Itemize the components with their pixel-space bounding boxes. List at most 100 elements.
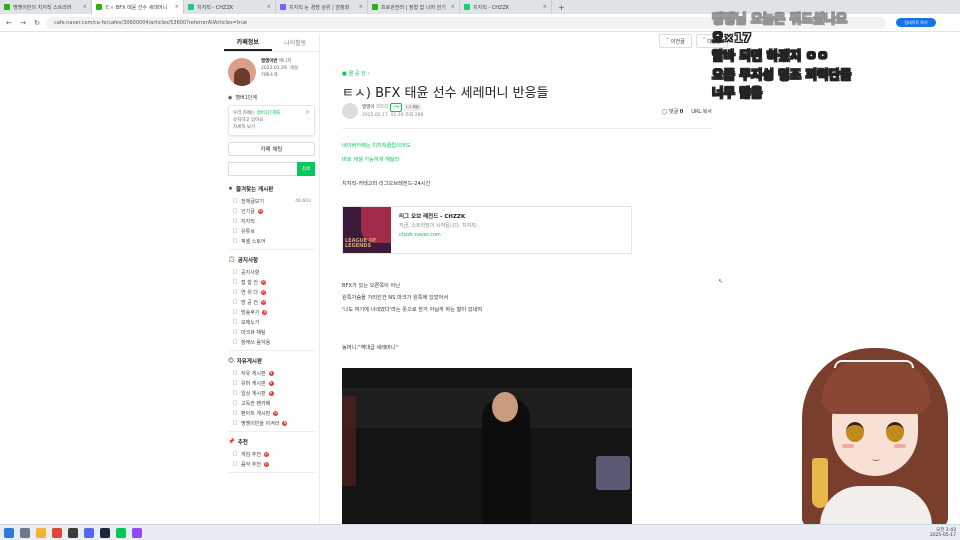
discord-icon[interactable] — [84, 527, 94, 538]
start-icon[interactable] — [4, 527, 14, 538]
board-icon: □ — [232, 309, 238, 315]
tab-my-activity[interactable]: 나의활동 — [272, 34, 320, 51]
sidebar-menu-item[interactable]: □ 일상 게시판 N — [224, 388, 319, 398]
browser-tab[interactable]: ㅌㅅ BFX 태윤 선수 세레머니 × — [92, 0, 184, 14]
sidebar-menu-item[interactable]: □ 게임 추천 N — [224, 449, 319, 459]
board-link[interactable]: ■ 짤 공 칸 › — [342, 70, 370, 78]
chzzk-link-card[interactable]: LEAGUE OF LEGENDS 리그 오브 레전드 - CHZZK 지금, … — [342, 206, 632, 254]
tab-close-icon[interactable]: × — [543, 4, 547, 10]
body-link-2[interactable]: 바로 재생 가능하게 해달라 — [342, 156, 399, 163]
sidebar-menu-item[interactable]: □ 고독한 팬카페 — [224, 398, 319, 408]
subscribe-badge[interactable]: 구독 — [389, 103, 403, 112]
author-avatar[interactable] — [342, 103, 358, 119]
chrome-icon[interactable] — [52, 527, 62, 538]
chevron-up-icon: ˄ — [666, 38, 669, 44]
menu-list: □ 공지사항 □ 접 합 칸 N □ 연 위 다 N □ 방 공 칸 N □ 방송후기 N □ 모에노기 □ 마크… — [224, 267, 319, 347]
sidebar-menu-item[interactable]: □ 픽셀 스토어 — [224, 236, 319, 246]
comments-label: 댓글 — [669, 108, 679, 115]
sidebar-menu-item[interactable]: □ 유튜브 — [224, 226, 319, 236]
sidebar-menu-item[interactable]: □ 마크큐 채팅 — [224, 327, 319, 337]
sidebar-menu-item[interactable]: □ 접 합 칸N — [224, 277, 319, 287]
back-icon[interactable]: ← — [4, 18, 14, 28]
sidebar-menu-item[interactable]: □ 팬아트 게시판 N — [224, 408, 319, 418]
copy-url-button[interactable]: URL 복사 — [691, 108, 712, 115]
cafe-intro-link[interactable]: 카페소개 — [261, 72, 298, 79]
menu-item-label: 유머 게시판 — [241, 380, 266, 387]
sidebar-menu-item[interactable]: □ 항캐쓰 음악용 — [224, 337, 319, 347]
sidebar-menu-item[interactable]: □ 음악 추천 N — [224, 459, 319, 469]
notice-more-link[interactable]: 자세히 보기 — [233, 124, 310, 131]
sidebar-menu-item[interactable]: □ 방 공 칸N — [224, 297, 319, 307]
comment-button[interactable]: ◯ 댓글 0 — [662, 108, 683, 115]
category-line: 치지직-카테고리 리그오브레전드-24시간 — [342, 181, 431, 187]
menu-item-label: 항캐쓰 음악용 — [241, 339, 271, 346]
author-name[interactable]: 맹맹이 — [362, 105, 374, 110]
menu-item-label: 모에노기 — [241, 319, 260, 326]
menu-list: □ 전체글보기 46,603 □ 인기글 N □ 지지직 □ 유튜브 □ 픽셀 스토어 — [224, 196, 319, 246]
tab-close-icon[interactable]: × — [83, 4, 87, 10]
forward-icon[interactable]: → — [18, 18, 28, 28]
reload-icon[interactable]: ↻ — [32, 18, 42, 28]
sidebar-menu-item[interactable]: □ 연 위 다N — [224, 287, 319, 297]
obs-icon[interactable] — [68, 527, 78, 538]
chat-badge[interactable]: 1:1 채팅 — [403, 104, 421, 111]
tab-cafe-info[interactable]: 카페정보 — [224, 34, 272, 51]
sidebar-menu-item[interactable]: □ 방송후기 N — [224, 307, 319, 317]
card-url: chzzk.naver.com — [399, 232, 441, 238]
sidebar-menu-item[interactable]: □ 전체글보기 46,603 — [224, 196, 319, 206]
cafe-avatar[interactable] — [228, 58, 256, 86]
menu-group-title[interactable]: 📌 추천 — [224, 435, 319, 449]
sidebar-tabs: 카페정보 나의활동 — [224, 34, 319, 52]
browser-tab[interactable]: 치지직 - CHZZK × — [460, 0, 552, 14]
tab-close-icon[interactable]: × — [451, 4, 455, 10]
cafe-manager-name[interactable]: 맹맹이반 — [261, 59, 278, 64]
menu-group-title[interactable]: 😊 자유게시판 — [224, 354, 319, 368]
app-icon[interactable] — [132, 527, 142, 538]
tab-close-icon[interactable]: × — [359, 4, 363, 10]
board-icon: □ — [232, 198, 238, 204]
new-tab-icon[interactable]: + — [552, 0, 571, 14]
steam-icon[interactable] — [100, 527, 110, 538]
browser-tab[interactable]: 맹맹이반의 치지직 스트리머 × — [0, 0, 92, 14]
explorer-icon[interactable] — [36, 527, 46, 538]
cafe-search: 검색 — [228, 162, 315, 176]
menu-group-title[interactable]: ★ 즐겨찾는 게시판 — [224, 182, 319, 196]
prev-article-button[interactable]: ˄ 이전글 — [659, 34, 692, 48]
sidebar-menu-item[interactable]: □ 공지사항 — [224, 267, 319, 277]
embedded-video[interactable] — [342, 368, 632, 526]
browser-tab[interactable]: 치지직 - CHZZK × — [184, 0, 276, 14]
cafe-chat-button[interactable]: 카페 채팅 — [228, 142, 315, 156]
menu-item-label: 음악 추천 — [241, 461, 261, 468]
cafe-search-input[interactable] — [228, 162, 297, 176]
sidebar-menu-item[interactable]: □ 인기글 N — [224, 206, 319, 216]
cafe-search-button[interactable]: 검색 — [297, 162, 315, 176]
tab-close-icon[interactable]: × — [267, 4, 271, 10]
board-icon: □ — [232, 238, 238, 244]
menu-group-title[interactable]: 📋 공지사항 — [224, 253, 319, 267]
search-icon[interactable] — [20, 527, 30, 538]
close-icon[interactable]: × — [305, 109, 310, 116]
board-icon: □ — [232, 329, 238, 335]
membership-notice: × 우리 카페는 멤버1단계를 유지하고 있어요. 자세히 보기 — [228, 105, 315, 136]
menu-item-label: 접 합 칸 — [241, 279, 258, 286]
chevron-right-icon: › — [367, 70, 370, 77]
sidebar-menu-item[interactable]: □ 자유 게시판 N — [224, 368, 319, 378]
tab-close-icon[interactable]: × — [175, 4, 179, 10]
menu-item-label: 인기글 — [241, 208, 255, 215]
cafe-since: 2022.01.29. 개설 — [261, 66, 298, 71]
chzzk-icon[interactable] — [116, 527, 126, 538]
new-badge: N — [262, 309, 268, 315]
sidebar-menu-item[interactable]: □ 맹맹이반을 이겨라 N — [224, 418, 319, 428]
taskbar-clock[interactable]: 오전 1:43 2025-05-17 — [930, 528, 956, 538]
sidebar-menu-item[interactable]: □ 유머 게시판 N — [224, 378, 319, 388]
menu-item-count: 46,603 — [295, 198, 311, 204]
browser-tab[interactable]: 치지직 눈 경쟁 상위 | 엄청화 × — [276, 0, 368, 14]
body-link-1[interactable]: 네이버카페는 치지직클립이라도 — [342, 142, 410, 149]
menu-item-label: 맹맹이반을 이겨라 — [241, 420, 280, 427]
browser-tab[interactable]: 프로관전러 | 정형 잡 너머 전기 × — [368, 0, 460, 14]
sidebar-menu-item[interactable]: □ 모에노기 — [224, 317, 319, 327]
board-icon: □ — [232, 299, 238, 305]
author-row: 맹맹이 코토리 구독 1:1 채팅 2025.05.17. 01:16 조회 2… — [342, 102, 712, 120]
chevron-down-icon: ˅ — [702, 38, 706, 44]
sidebar-menu-item[interactable]: □ 지지직 — [224, 216, 319, 226]
